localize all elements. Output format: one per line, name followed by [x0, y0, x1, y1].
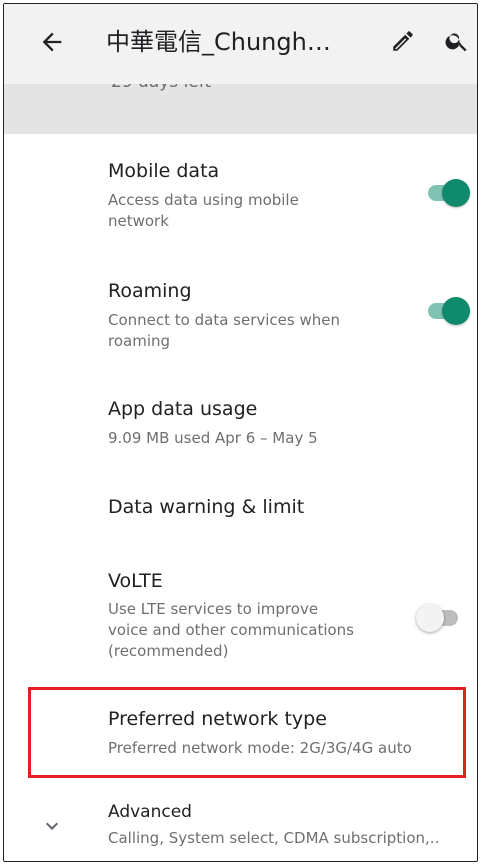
- volte-item[interactable]: VoLTE Use LTE services to improve voice …: [4, 564, 477, 674]
- volte-summary-line1: Use LTE services to improve: [108, 600, 319, 618]
- app-data-usage-title: App data usage: [108, 398, 258, 420]
- roaming-summary-line1: Connect to data services when: [108, 311, 340, 329]
- data-warning-item[interactable]: Data warning & limit: [4, 492, 477, 532]
- toggle-knob: [416, 604, 444, 632]
- app-data-usage-summary: 9.09 MB used Apr 6 – May 5: [108, 429, 318, 447]
- highlight-box: [28, 687, 466, 778]
- volte-title: VoLTE: [108, 570, 163, 592]
- volte-summary-line2: voice and other communications: [108, 621, 354, 639]
- app-data-usage-item[interactable]: App data usage 9.09 MB used Apr 6 – May …: [4, 394, 477, 464]
- roaming-title: Roaming: [108, 280, 192, 302]
- mobile-data-toggle[interactable]: [424, 176, 470, 210]
- roaming-item[interactable]: Roaming Connect to data services when ro…: [4, 274, 477, 374]
- data-warning-title: Data warning & limit: [108, 496, 305, 518]
- roaming-summary-line2: roaming: [108, 332, 171, 350]
- pencil-icon[interactable]: [390, 28, 416, 54]
- mobile-data-item[interactable]: Mobile data Access data using mobile net…: [4, 154, 477, 254]
- advanced-summary: Calling, System select, CDMA subscriptio…: [108, 829, 440, 847]
- app-bar: 中華電信_Chungh…: [4, 4, 477, 84]
- mobile-data-summary-line2: network: [108, 212, 169, 230]
- roaming-toggle[interactable]: [424, 294, 470, 328]
- toggle-knob: [442, 297, 470, 325]
- toggle-knob: [442, 179, 470, 207]
- search-icon[interactable]: [444, 28, 470, 54]
- volte-summary-line3: (recommended): [108, 642, 229, 660]
- advanced-title: Advanced: [108, 802, 192, 822]
- page-title: 中華電信_Chungh…: [106, 28, 331, 56]
- volte-toggle[interactable]: [416, 601, 462, 635]
- mobile-data-title: Mobile data: [108, 160, 220, 182]
- settings-screen: 中華電信_Chungh… 29 days left Mobile data Ac…: [3, 3, 478, 862]
- arrow-left-icon[interactable]: [38, 28, 66, 56]
- chevron-down-icon[interactable]: [40, 814, 64, 838]
- mobile-data-summary-line1: Access data using mobile: [108, 191, 299, 209]
- advanced-item[interactable]: Advanced Calling, System select, CDMA su…: [4, 800, 477, 860]
